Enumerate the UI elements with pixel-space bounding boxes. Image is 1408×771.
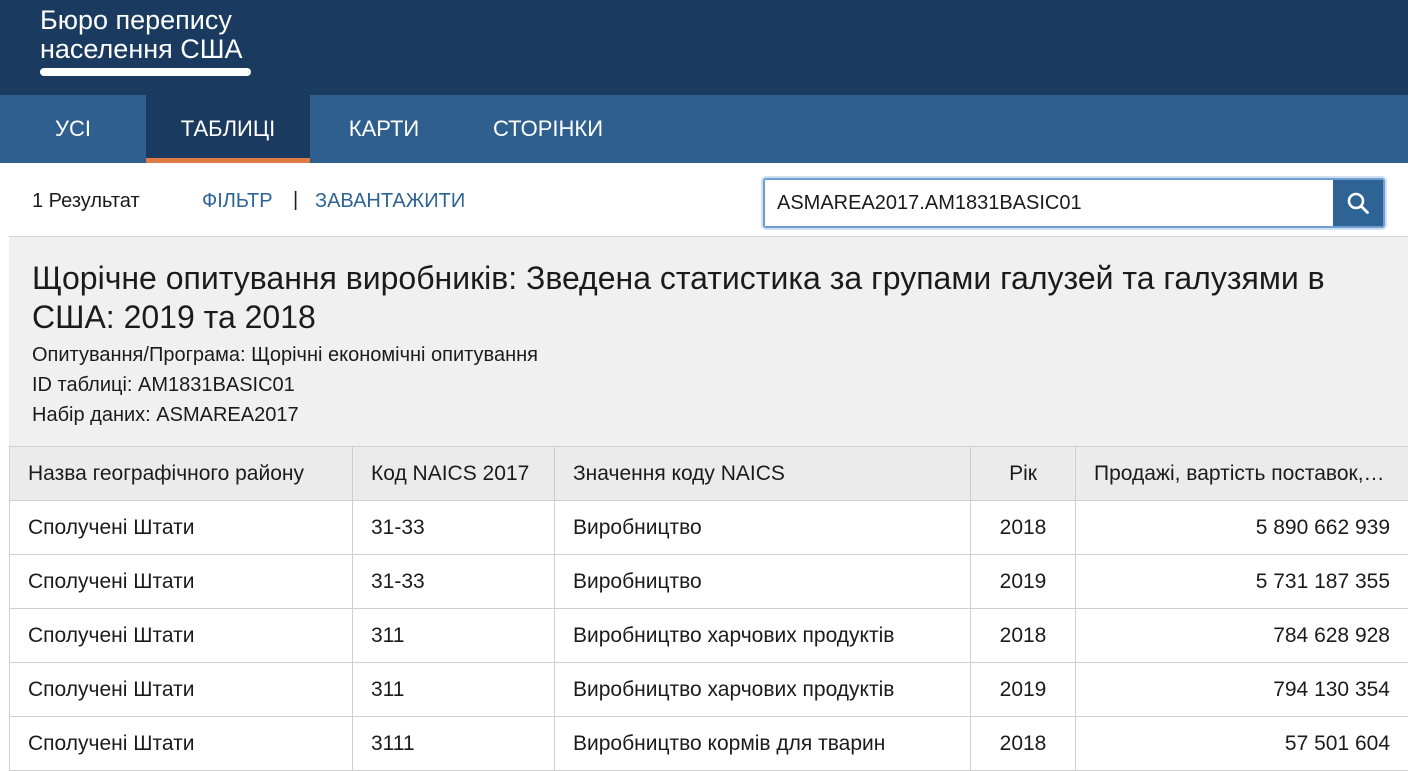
cell-sales: 784 628 928 bbox=[1076, 609, 1408, 663]
data-table: Назва географічного району Код NAICS 201… bbox=[9, 446, 1408, 771]
cell-naics-meaning: Виробництво bbox=[555, 555, 971, 609]
cell-year: 2018 bbox=[971, 609, 1076, 663]
column-header-year[interactable]: Рік bbox=[971, 447, 1076, 501]
download-link[interactable]: ЗАВАНТАЖИТИ bbox=[315, 190, 465, 213]
table-row: Сполучені Штати 31-33 Виробництво 2019 5… bbox=[10, 555, 1408, 609]
cell-year: 2019 bbox=[971, 663, 1076, 717]
cell-naics-meaning: Виробництво харчових продуктів bbox=[555, 663, 971, 717]
search-icon bbox=[1346, 191, 1370, 215]
tab-pages-label: СТОРІНКИ bbox=[493, 116, 603, 141]
tab-all-label: УСІ bbox=[55, 116, 91, 141]
search-input[interactable] bbox=[777, 180, 1332, 226]
search-button[interactable] bbox=[1333, 180, 1383, 226]
cell-naics-meaning: Виробництво харчових продуктів bbox=[555, 609, 971, 663]
cell-geo: Сполучені Штати bbox=[10, 555, 353, 609]
cell-geo: Сполучені Штати bbox=[10, 663, 353, 717]
cell-naics-meaning: Виробництво bbox=[555, 501, 971, 555]
toolbar-separator: | bbox=[293, 189, 298, 212]
cell-geo: Сполучені Штати bbox=[10, 501, 353, 555]
cell-naics-code: 311 bbox=[353, 609, 555, 663]
cell-naics-code: 311 bbox=[353, 663, 555, 717]
result-count: 1 Результат bbox=[32, 190, 140, 213]
column-header-naics-code[interactable]: Код NAICS 2017 bbox=[353, 447, 555, 501]
cell-year: 2019 bbox=[971, 555, 1076, 609]
table-id: ID таблиці: AM1831BASIC01 bbox=[32, 374, 295, 397]
brand-text-line2: населення США bbox=[40, 35, 252, 64]
cell-year: 2018 bbox=[971, 501, 1076, 555]
table-title[interactable]: Щорічне опитування виробників: Зведена с… bbox=[32, 259, 1392, 337]
tab-tables-label: ТАБЛИЦІ bbox=[181, 116, 275, 141]
cell-sales: 5 890 662 939 bbox=[1076, 501, 1408, 555]
dataset-name: Набір даних: ASMAREA2017 bbox=[32, 404, 299, 427]
column-header-geo[interactable]: Назва географічного району bbox=[10, 447, 353, 501]
survey-program: Опитування/Програма: Щорічні економічні … bbox=[32, 344, 538, 367]
cell-naics-meaning: Виробництво кормів для тварин bbox=[555, 717, 971, 771]
cell-naics-code: 31-33 bbox=[353, 501, 555, 555]
census-logo[interactable]: Бюро перепису населення США bbox=[40, 6, 252, 64]
table-row: Сполучені Штати 31-33 Виробництво 2018 5… bbox=[10, 501, 1408, 555]
brand-underline bbox=[40, 68, 251, 76]
cell-geo: Сполучені Штати bbox=[10, 717, 353, 771]
filter-link[interactable]: ФІЛЬТР bbox=[202, 190, 273, 213]
cell-geo: Сполучені Штати bbox=[10, 609, 353, 663]
site-header: Бюро перепису населення США bbox=[0, 0, 1408, 95]
column-header-sales[interactable]: Продажі, вартість поставок, … bbox=[1076, 447, 1408, 501]
brand-text-line1: Бюро перепису bbox=[40, 6, 252, 35]
table-row: Сполучені Штати 311 Виробництво харчових… bbox=[10, 609, 1408, 663]
table-header-row: Назва географічного району Код NAICS 201… bbox=[10, 447, 1408, 501]
cell-sales: 5 731 187 355 bbox=[1076, 555, 1408, 609]
cell-sales: 794 130 354 bbox=[1076, 663, 1408, 717]
cell-naics-code: 31-33 bbox=[353, 555, 555, 609]
cell-year: 2018 bbox=[971, 717, 1076, 771]
results-toolbar: 1 Результат ФІЛЬТР | ЗАВАНТАЖИТИ bbox=[0, 163, 1408, 236]
tab-all[interactable]: УСІ bbox=[0, 95, 146, 163]
tab-maps[interactable]: КАРТИ bbox=[310, 95, 458, 163]
tab-tables[interactable]: ТАБЛИЦІ bbox=[146, 95, 310, 163]
search-box bbox=[763, 178, 1385, 228]
tab-pages[interactable]: СТОРІНКИ bbox=[458, 95, 638, 163]
table-info-panel: Щорічне опитування виробників: Зведена с… bbox=[9, 236, 1408, 446]
table-row: Сполучені Штати 311 Виробництво харчових… bbox=[10, 663, 1408, 717]
category-nav: УСІ ТАБЛИЦІ КАРТИ СТОРІНКИ bbox=[0, 95, 1408, 163]
table-row: Сполучені Штати 3111 Виробництво кормів … bbox=[10, 717, 1408, 771]
tab-maps-label: КАРТИ bbox=[349, 116, 419, 141]
column-header-naics-meaning[interactable]: Значення коду NAICS bbox=[555, 447, 971, 501]
cell-naics-code: 3111 bbox=[353, 717, 555, 771]
cell-sales: 57 501 604 bbox=[1076, 717, 1408, 771]
